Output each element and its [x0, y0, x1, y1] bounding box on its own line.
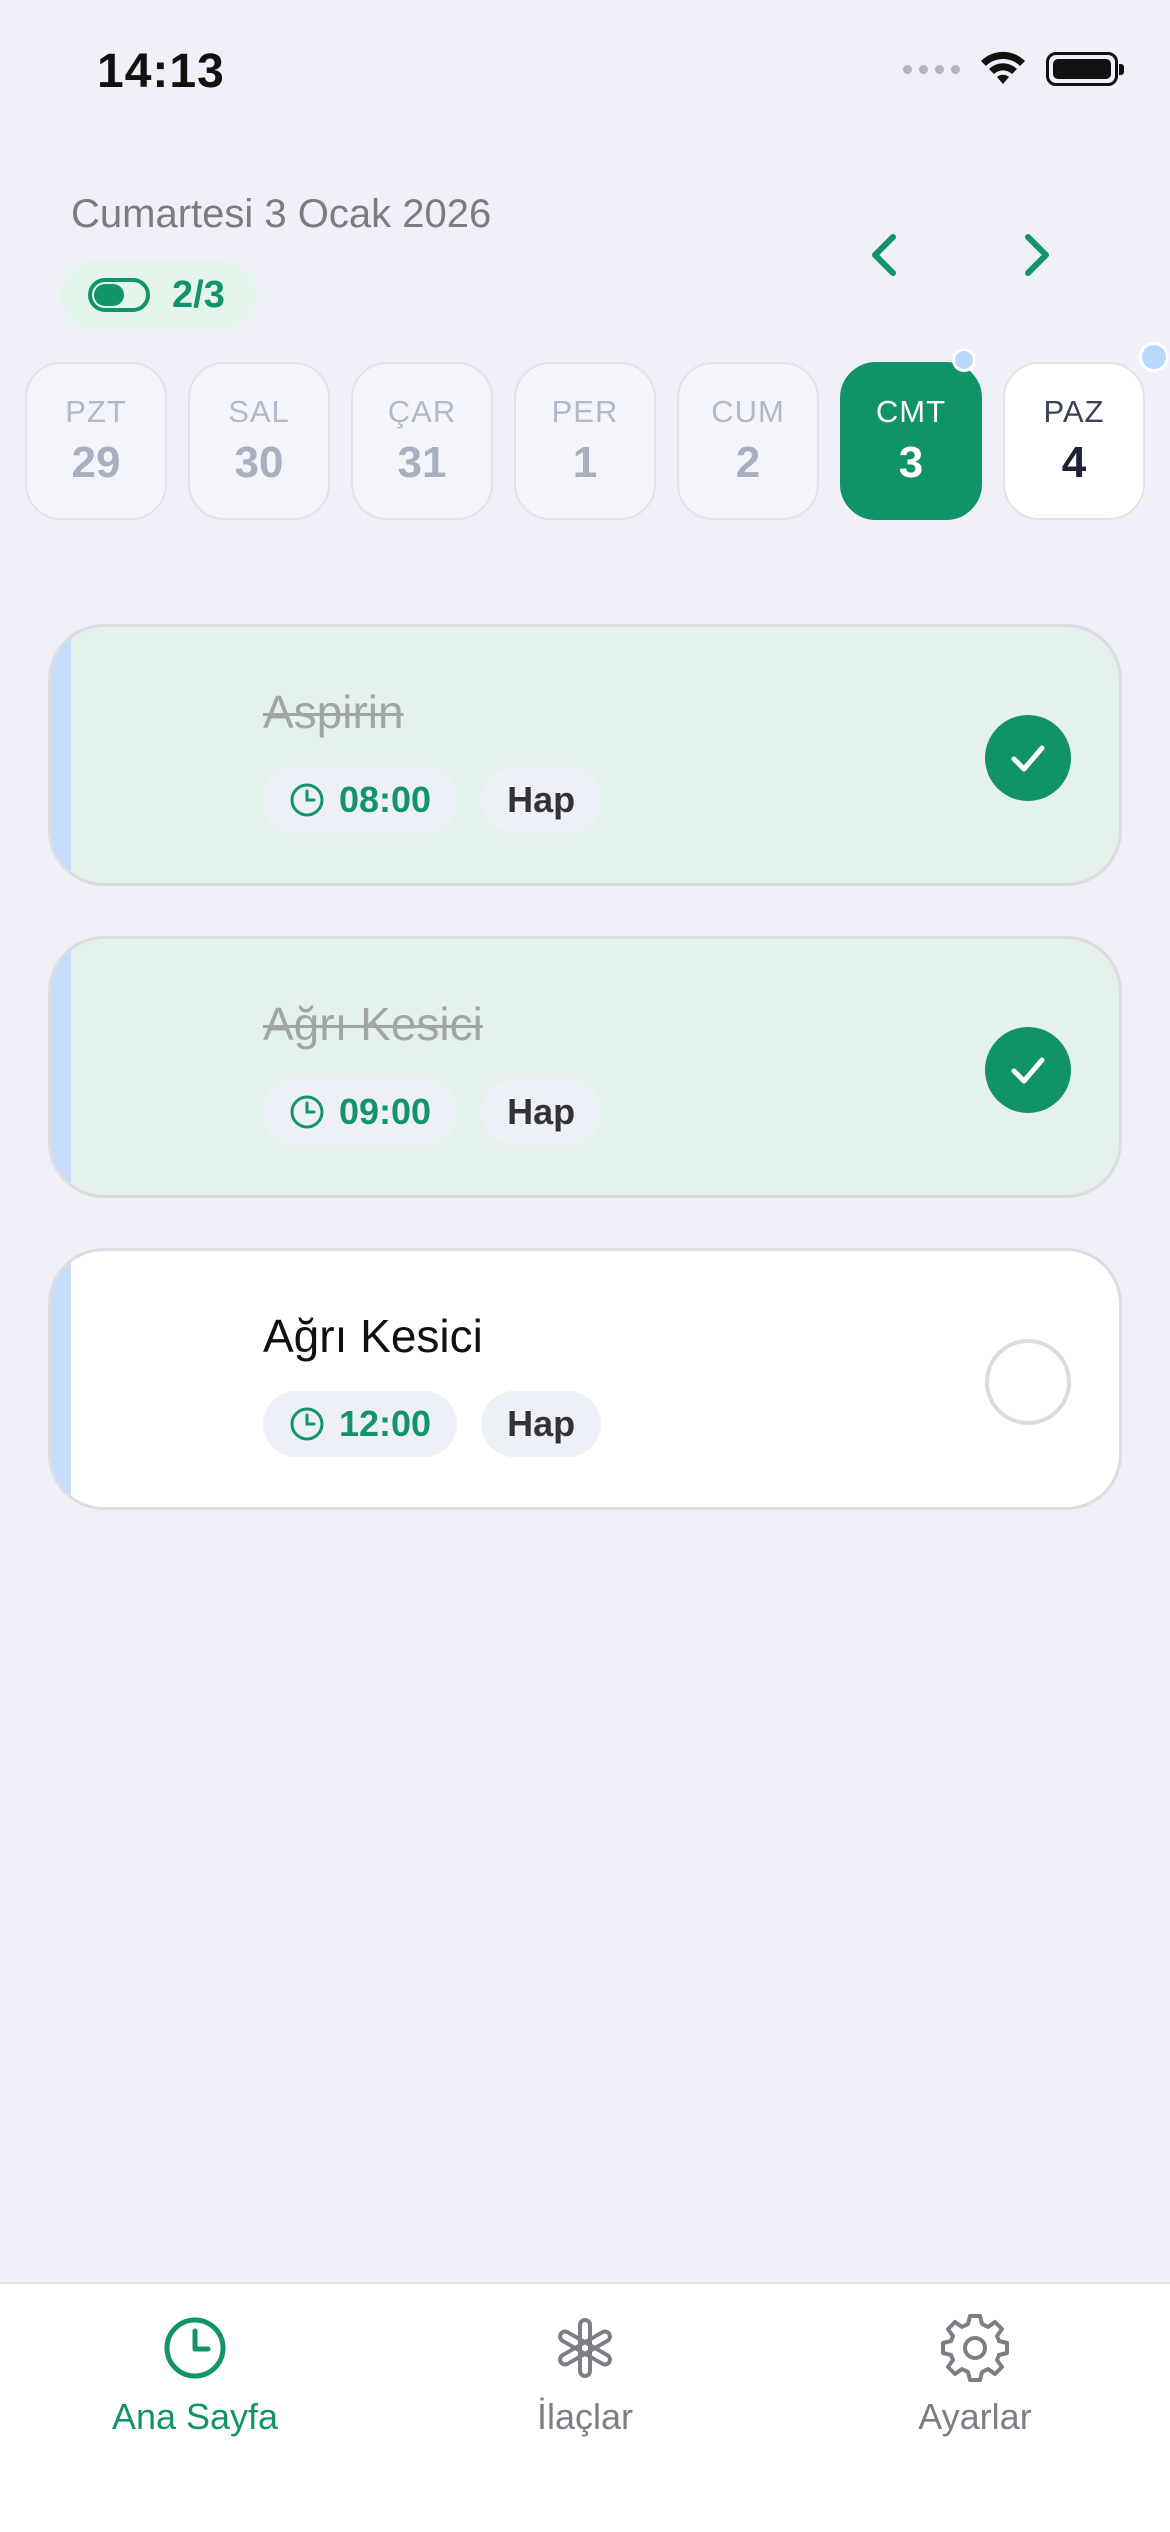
day-name: CMT	[875, 394, 947, 429]
taken-checkbox[interactable]	[985, 1339, 1071, 1425]
card-accent-bar	[51, 1251, 71, 1507]
tab-home[interactable]: Ana Sayfa	[45, 2314, 345, 2438]
chevron-right-icon	[1025, 234, 1049, 276]
medication-name: Aspirin	[263, 686, 404, 738]
type-chip: Hap	[481, 767, 602, 833]
check-icon	[1011, 745, 1045, 772]
type-chip: Hap	[481, 1391, 602, 1457]
day-cmt-selected[interactable]: CMT 3	[840, 348, 982, 520]
tab-settings[interactable]: Ayarlar	[825, 2314, 1125, 2438]
progress-badge: 2/3	[60, 260, 257, 330]
tab-bar: Ana Sayfa İlaçlar Ayarlar	[0, 2282, 1170, 2532]
wifi-icon	[981, 51, 1025, 84]
dose-chips: 12:00 Hap	[263, 1391, 602, 1457]
tab-label: Ana Sayfa	[111, 2396, 279, 2437]
day-car[interactable]: ÇAR 31	[351, 362, 493, 520]
screen: 14:13 Cumartesi 3 Ocak 2026 2/3 PZT 29 S…	[0, 0, 1170, 2532]
gear-icon	[941, 2314, 1009, 2382]
day-number: 1	[572, 438, 598, 487]
previous-day-button[interactable]	[855, 225, 915, 285]
signal-icon	[903, 64, 960, 74]
clock-icon	[164, 2317, 226, 2379]
card-accent-bar	[51, 939, 71, 1195]
day-cum[interactable]: CUM 2	[677, 362, 819, 520]
tab-medications[interactable]: İlaçlar	[435, 2314, 735, 2438]
date-title: Cumartesi 3 Ocak 2026	[71, 192, 492, 236]
day-number: 29	[71, 438, 121, 487]
taken-checkbox[interactable]	[985, 1027, 1071, 1113]
progress-count: 2/3	[172, 273, 225, 316]
day-name: ÇAR	[387, 394, 457, 429]
dose-card[interactable]: Ağrı Kesici 12:00 Hap	[48, 1248, 1122, 1510]
card-accent-bar	[51, 627, 71, 883]
clock-icon	[290, 783, 324, 817]
day-number: 2	[735, 438, 761, 487]
day-number: 30	[234, 438, 284, 487]
clock-icon	[290, 1095, 324, 1129]
medication-name: Ağrı Kesici	[263, 998, 483, 1050]
day-name: PAZ	[1043, 394, 1105, 429]
asterisk-icon	[558, 2318, 612, 2378]
tab-label: Ayarlar	[918, 2396, 1032, 2437]
type-chip: Hap	[481, 1079, 602, 1145]
chevron-left-icon	[872, 234, 896, 276]
day-number: 31	[397, 438, 447, 487]
week-day-selector: PZT 29 SAL 30 ÇAR 31 PER 1 CUM 2 CMT 3 P…	[25, 342, 1169, 520]
day-name: PZT	[65, 394, 127, 429]
taken-checkbox[interactable]	[985, 715, 1071, 801]
dose-time: 08:00	[339, 779, 432, 820]
day-number: 3	[898, 438, 924, 487]
dose-card[interactable]: Aspirin 08:00 Hap	[48, 624, 1122, 886]
status-time: 14:13	[97, 45, 225, 98]
time-chip: 09:00	[263, 1079, 458, 1145]
dose-card[interactable]: Ağrı Kesici 09:00 Hap	[48, 936, 1122, 1198]
day-per[interactable]: PER 1	[514, 362, 656, 520]
day-paz[interactable]: PAZ 4	[1003, 342, 1169, 520]
reminder-dot	[1139, 342, 1169, 372]
reminder-dot	[952, 348, 976, 372]
day-number: 4	[1061, 438, 1087, 487]
battery-icon	[1046, 52, 1124, 86]
day-name: PER	[551, 394, 619, 429]
tab-label: İlaçlar	[536, 2396, 634, 2437]
day-name: CUM	[711, 394, 785, 429]
dose-chips: 08:00 Hap	[263, 767, 602, 833]
dose-time: 12:00	[339, 1403, 432, 1444]
progress-toggle-icon	[88, 278, 150, 312]
dose-time: 09:00	[339, 1091, 432, 1132]
next-day-button[interactable]	[1006, 225, 1066, 285]
day-name: SAL	[228, 394, 290, 429]
time-chip: 12:00	[263, 1391, 458, 1457]
day-pzt[interactable]: PZT 29	[25, 362, 167, 520]
medication-name: Ağrı Kesici	[263, 1310, 483, 1362]
day-sal[interactable]: SAL 30	[188, 362, 330, 520]
clock-icon	[290, 1407, 324, 1441]
status-icons	[903, 50, 1124, 88]
dose-chips: 09:00 Hap	[263, 1079, 602, 1145]
check-icon	[1011, 1057, 1045, 1084]
time-chip: 08:00	[263, 767, 458, 833]
